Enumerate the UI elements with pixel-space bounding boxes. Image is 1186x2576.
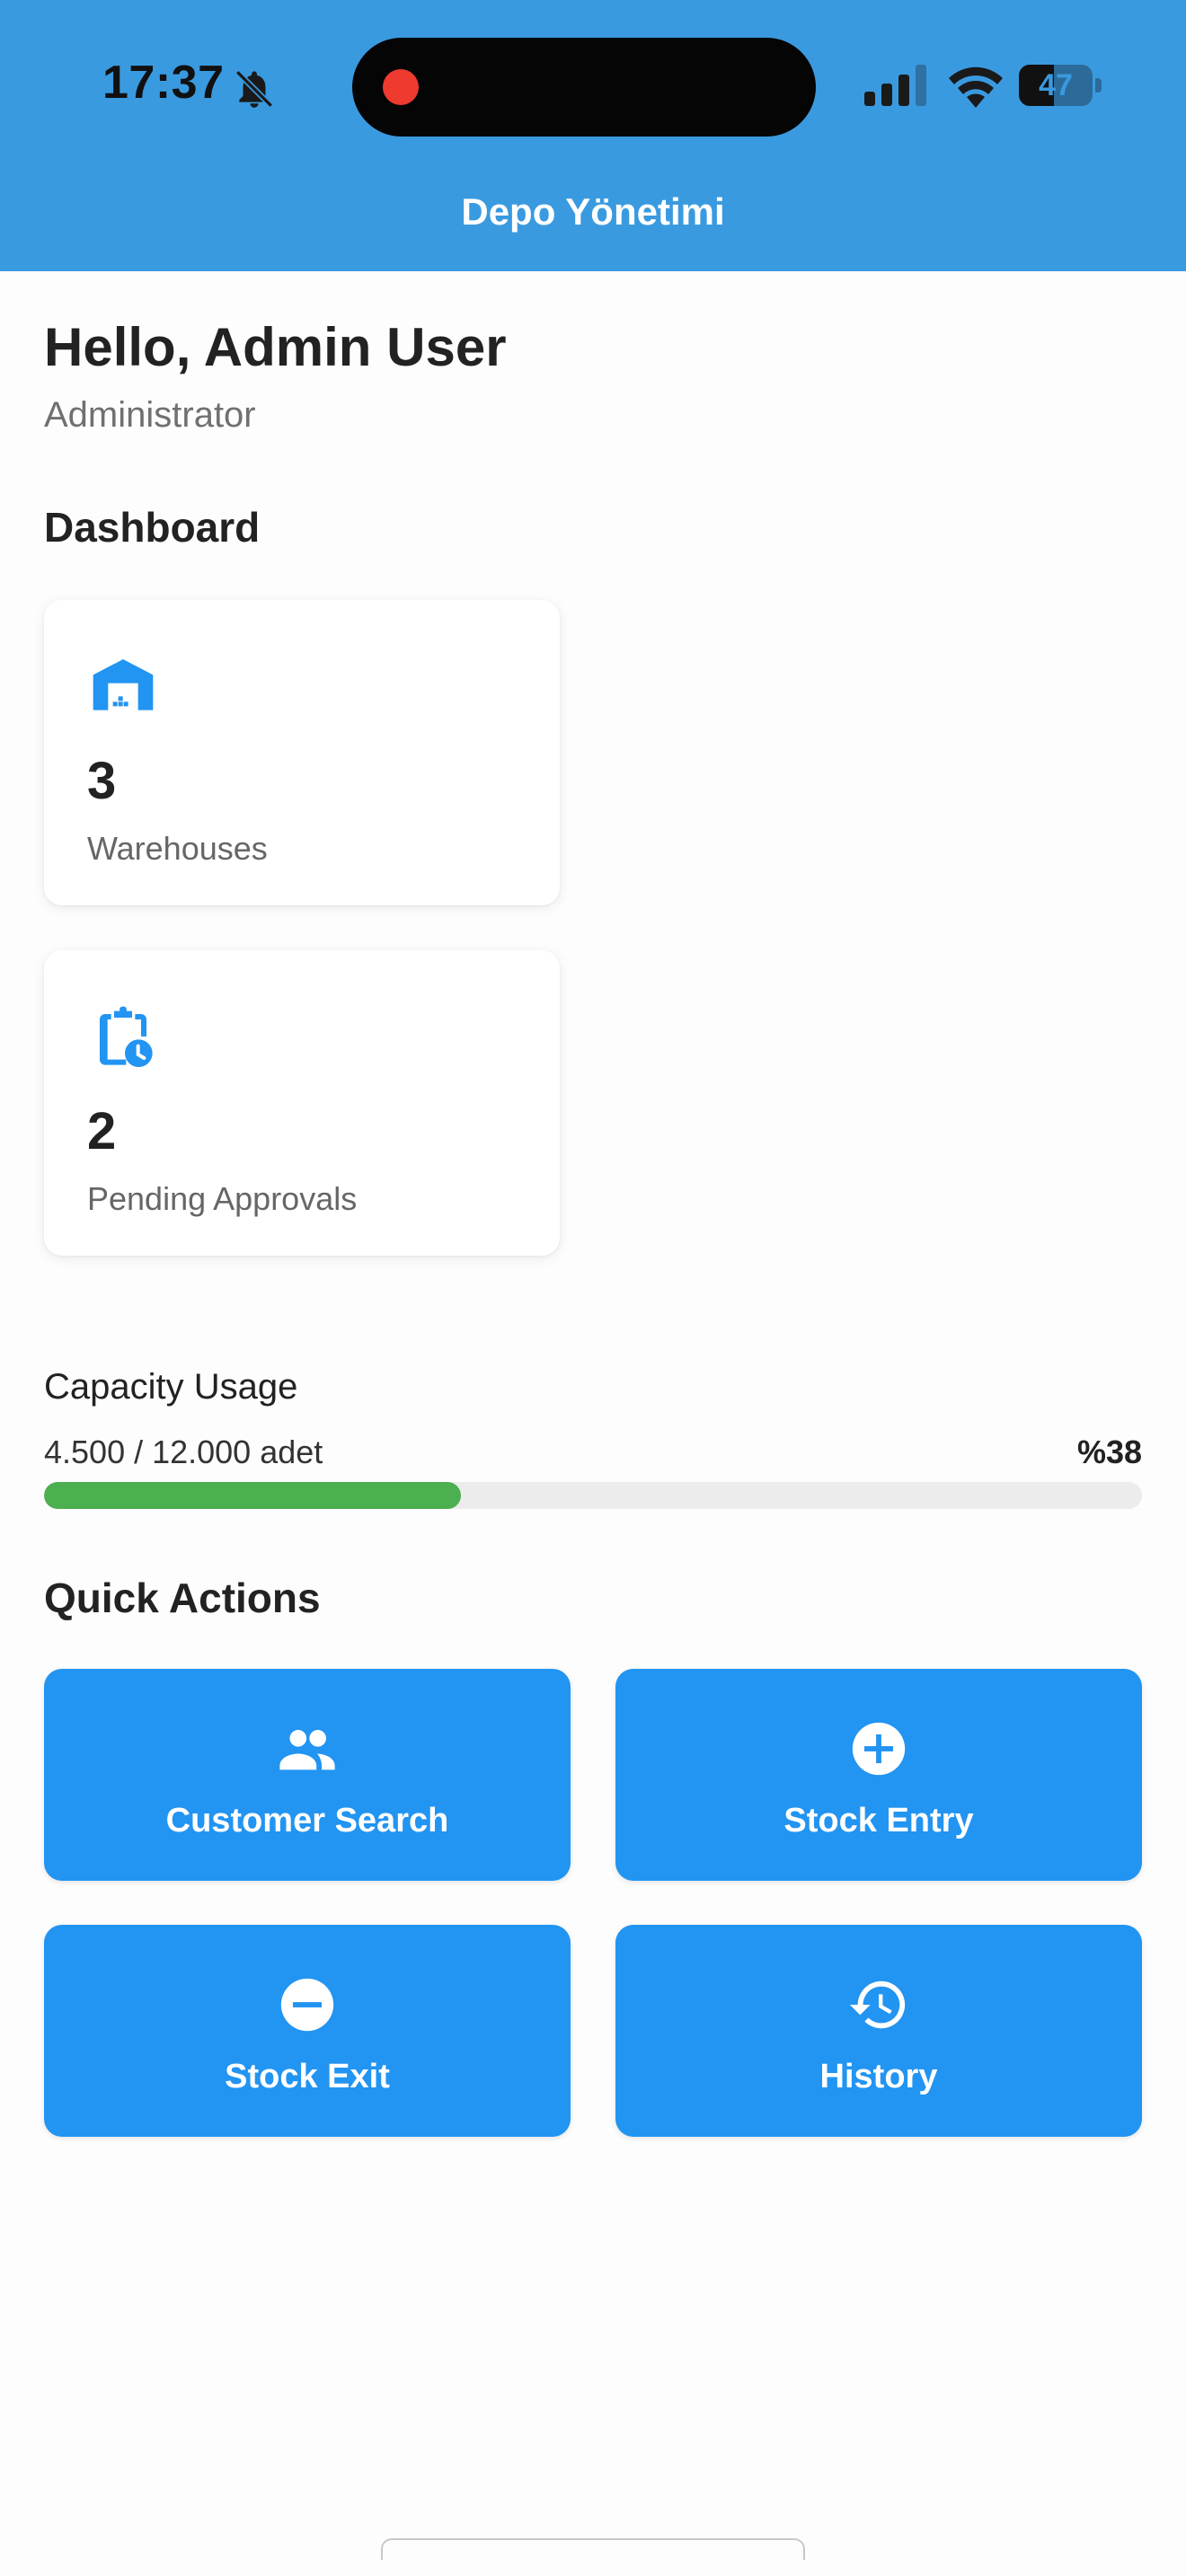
user-role: Administrator bbox=[44, 395, 256, 435]
bell-off-icon bbox=[235, 69, 274, 109]
greeting-text: Hello, Admin User bbox=[44, 317, 507, 377]
quick-actions-title: Quick Actions bbox=[44, 1575, 321, 1621]
battery-level: 47 bbox=[1039, 68, 1073, 102]
capacity-percent: %38 bbox=[1076, 1434, 1142, 1470]
app-header: 17:37 47 Depo Yönetimi bbox=[0, 0, 1186, 271]
add-circle-icon bbox=[852, 1722, 906, 1776]
warehouse-icon bbox=[93, 659, 154, 710]
pending-approvals-label: Pending Approvals bbox=[87, 1180, 358, 1217]
home-indicator[interactable] bbox=[381, 2538, 805, 2560]
dynamic-island bbox=[352, 38, 816, 137]
pending-approvals-count: 2 bbox=[87, 1102, 117, 1160]
record-dot-icon bbox=[383, 69, 419, 105]
stock-entry-button[interactable]: Stock Entry bbox=[615, 1669, 1142, 1881]
history-label: History bbox=[819, 2058, 938, 2095]
pending-approvals-card[interactable]: 2 Pending Approvals bbox=[44, 950, 560, 1256]
people-icon bbox=[279, 1730, 335, 1770]
wifi-icon bbox=[949, 66, 1003, 108]
signal-icon bbox=[864, 65, 926, 106]
customer-search-label: Customer Search bbox=[165, 1802, 449, 1839]
page-title: Depo Yönetimi bbox=[461, 190, 725, 233]
status-time: 17:37 bbox=[102, 57, 225, 109]
stock-exit-label: Stock Exit bbox=[225, 2058, 390, 2095]
customer-search-button[interactable]: Customer Search bbox=[44, 1669, 571, 1881]
dashboard-title: Dashboard bbox=[44, 504, 261, 551]
history-button[interactable]: History bbox=[615, 1925, 1142, 2137]
remove-circle-icon bbox=[280, 1978, 334, 2032]
status-bar: 17:37 47 bbox=[0, 0, 1186, 180]
pending-clipboard-icon bbox=[100, 1006, 153, 1067]
stock-exit-button[interactable]: Stock Exit bbox=[44, 1925, 571, 2137]
warehouses-card[interactable]: 3 Warehouses bbox=[44, 600, 560, 905]
capacity-title: Capacity Usage bbox=[44, 1367, 298, 1407]
warehouses-count: 3 bbox=[87, 752, 117, 810]
warehouses-label: Warehouses bbox=[87, 830, 268, 867]
capacity-progress-fill bbox=[44, 1482, 462, 1509]
history-icon bbox=[849, 1981, 906, 2029]
capacity-amount: 4.500 / 12.000 adet bbox=[44, 1434, 323, 1470]
stock-entry-label: Stock Entry bbox=[783, 1802, 974, 1839]
capacity-progress-bar bbox=[44, 1482, 1142, 1509]
battery-icon: 47 bbox=[1019, 65, 1102, 106]
